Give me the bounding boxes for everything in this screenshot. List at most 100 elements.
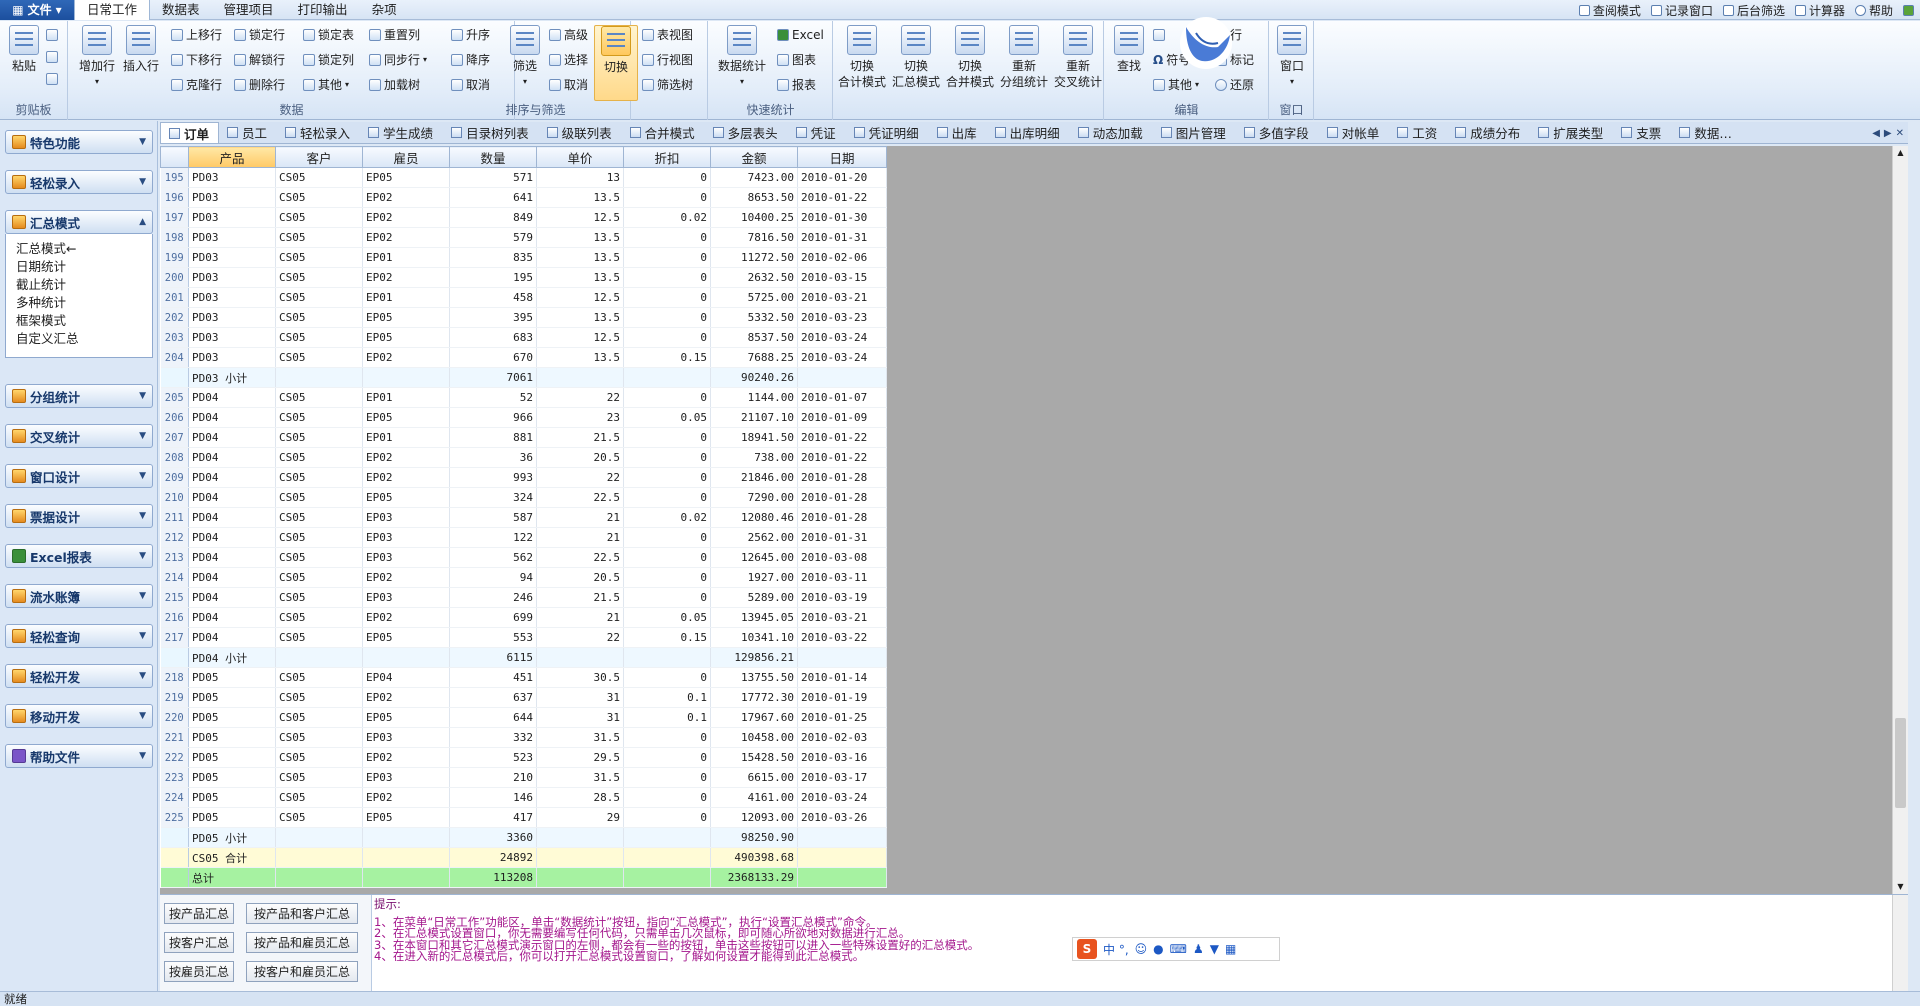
column-header[interactable]: 雇员 <box>362 146 450 168</box>
bottom-scrollbar[interactable] <box>1892 895 1908 992</box>
panel-item-multi[interactable]: 多种统计 <box>16 294 142 312</box>
grid-cell[interactable]: EP04 <box>362 667 450 688</box>
grid-cell[interactable]: PD05 <box>188 727 276 748</box>
lock-column-button[interactable]: 锁定列 <box>303 50 354 69</box>
grid-cell[interactable]: 8537.50 <box>710 327 798 348</box>
by-product-employee-button[interactable]: 按产品和雇员汇总 <box>246 932 358 953</box>
grid-cell[interactable]: 0 <box>623 567 711 588</box>
table-row[interactable]: 218 PD05 CS05 EP04 451 30.5 0 13755.50 2010-01-1… <box>160 667 887 688</box>
grid-cell[interactable]: CS05 <box>275 327 363 348</box>
switch-total-mode-button[interactable]: 切换 合计模式 <box>834 25 890 90</box>
grid-cell[interactable]: 738.00 <box>710 447 798 468</box>
grid-cell[interactable]: 2562.00 <box>710 527 798 548</box>
grid-cell[interactable]: 2010-03-24 <box>797 327 887 348</box>
grid-cell[interactable]: 13.5 <box>536 227 624 248</box>
total-row[interactable]: 总计 113208 2368133.29 <box>160 867 887 888</box>
menu-tab-datatable[interactable]: 数据表 <box>150 0 212 20</box>
grid-cell[interactable]: PD05 <box>188 687 276 708</box>
grid-cell[interactable]: EP03 <box>362 727 450 748</box>
grid-cell[interactable]: PD04 <box>188 427 276 448</box>
grid-cell[interactable] <box>362 827 450 848</box>
grid-cell[interactable]: PD03 <box>188 187 276 208</box>
grid-cell[interactable]: 579 <box>449 227 537 248</box>
grid-cell[interactable]: 1144.00 <box>710 387 798 408</box>
copy-button[interactable] <box>46 25 58 44</box>
doc-tab[interactable]: 对帐单 <box>1319 122 1390 143</box>
grid-cell[interactable]: CS05 <box>275 627 363 648</box>
grid-cell[interactable]: 20.5 <box>536 447 624 468</box>
nav-featured[interactable]: 特色功能 ▼ <box>5 130 153 154</box>
doc-tab[interactable]: 支票 <box>1613 122 1671 143</box>
grid-cell[interactable]: 113208 <box>449 867 537 888</box>
grid-cell[interactable]: 10400.25 <box>710 207 798 228</box>
grid-cell[interactable]: 5289.00 <box>710 587 798 608</box>
grid-cell[interactable]: EP05 <box>362 167 450 188</box>
grid-cell[interactable]: 2010-02-03 <box>797 727 887 748</box>
grid-cell[interactable]: PD04 <box>188 467 276 488</box>
grid-cell[interactable]: 553 <box>449 627 537 648</box>
grid-cell[interactable]: 0.15 <box>623 627 711 648</box>
window-button[interactable]: 窗口 ▾ <box>1270 25 1314 90</box>
grid-cell[interactable]: EP05 <box>362 307 450 328</box>
table-row[interactable]: 203 PD03 CS05 EP05 683 12.5 0 8537.50 2010-03-24 <box>160 327 887 348</box>
grid-cell[interactable]: CS05 <box>275 267 363 288</box>
filter-cancel-button[interactable]: 取消 <box>549 75 588 94</box>
grid-cell[interactable]: 0.02 <box>623 507 711 528</box>
grid-cell[interactable] <box>275 367 363 388</box>
select-filter-button[interactable]: 选择 <box>549 50 588 69</box>
grid-cell[interactable] <box>536 647 624 668</box>
grid-cell[interactable]: 641 <box>449 187 537 208</box>
grid-cell[interactable]: 21 <box>536 527 624 548</box>
grid-cell[interactable]: 0.05 <box>623 607 711 628</box>
table-row[interactable]: 202 PD03 CS05 EP05 395 13.5 0 5332.50 2010-03-23 <box>160 307 887 328</box>
other-button[interactable]: 其他 ▾ <box>303 75 349 94</box>
grid-cell[interactable]: CS05 合计 <box>188 847 276 868</box>
grid-cell[interactable] <box>797 867 887 888</box>
grid-cell[interactable]: EP02 <box>362 347 450 368</box>
table-row[interactable]: 211 PD04 CS05 EP03 587 21 0.02 12080.46 2010-01-… <box>160 507 887 528</box>
paste-button[interactable]: 粘贴 <box>2 25 46 74</box>
by-product-customer-button[interactable]: 按产品和客户汇总 <box>246 903 358 924</box>
grid-cell[interactable]: 587 <box>449 507 537 528</box>
grid-cell[interactable]: 13 <box>536 167 624 188</box>
grid-cell[interactable]: 562 <box>449 547 537 568</box>
grid-cell[interactable]: EP02 <box>362 467 450 488</box>
grid-cell[interactable]: CS05 <box>275 527 363 548</box>
grid-cell[interactable]: 2010-03-16 <box>797 747 887 768</box>
grid-cell[interactable]: 29 <box>536 807 624 828</box>
emoji-icon[interactable]: ☺ <box>1135 942 1148 956</box>
nav-easy-query[interactable]: 轻松查询 ▼ <box>5 624 153 648</box>
grid-cell[interactable]: 24892 <box>449 847 537 868</box>
table-row[interactable]: 209 PD04 CS05 EP02 993 22 0 21846.00 2010-01-28 <box>160 467 887 488</box>
grid-cell[interactable]: 2010-03-24 <box>797 347 887 368</box>
browse-mode-button[interactable]: 查阅模式 <box>1578 2 1641 19</box>
grid-cell[interactable]: 15428.50 <box>710 747 798 768</box>
grid-cell[interactable]: 12.5 <box>536 207 624 228</box>
grid-cell[interactable]: 22 <box>536 387 624 408</box>
grid-cell[interactable]: PD03 <box>188 227 276 248</box>
nav-easy-input[interactable]: 轻松录入 ▼ <box>5 170 153 194</box>
grid-cell[interactable]: EP03 <box>362 547 450 568</box>
grid-cell[interactable]: 571 <box>449 167 537 188</box>
grid-cell[interactable]: CS05 <box>275 807 363 828</box>
subtotal-row[interactable]: PD04 小计 6115 129856.21 <box>160 647 887 668</box>
grid-cell[interactable]: EP02 <box>362 607 450 628</box>
subtotal-row[interactable]: PD03 小计 7061 90240.26 <box>160 367 887 388</box>
grid-cell[interactable]: PD04 <box>188 607 276 628</box>
delete-row-button[interactable]: 删除行 <box>234 75 285 94</box>
grid-cell[interactable]: EP02 <box>362 207 450 228</box>
grid-cell[interactable]: PD04 <box>188 587 276 608</box>
column-header[interactable]: 产品 <box>188 146 276 168</box>
grid-cell[interactable]: 2010-03-22 <box>797 627 887 648</box>
table-row[interactable]: 201 PD03 CS05 EP01 458 12.5 0 5725.00 2010-03-21 <box>160 287 887 308</box>
sort-desc-button[interactable]: 降序 <box>451 50 490 69</box>
grid-cell[interactable]: CS05 <box>275 207 363 228</box>
sync-row-button[interactable]: 同步行 ▾ <box>369 50 427 69</box>
grid-cell[interactable]: 2010-01-25 <box>797 707 887 728</box>
grid-cell[interactable]: PD03 <box>188 307 276 328</box>
panel-item-custom[interactable]: 自定义汇总 <box>16 330 142 348</box>
doc-tab[interactable]: 工资 <box>1389 122 1447 143</box>
grid-cell[interactable]: 21 <box>536 507 624 528</box>
nav-ledger[interactable]: 流水账簿 ▼ <box>5 584 153 608</box>
grid-cell[interactable]: CS05 <box>275 227 363 248</box>
